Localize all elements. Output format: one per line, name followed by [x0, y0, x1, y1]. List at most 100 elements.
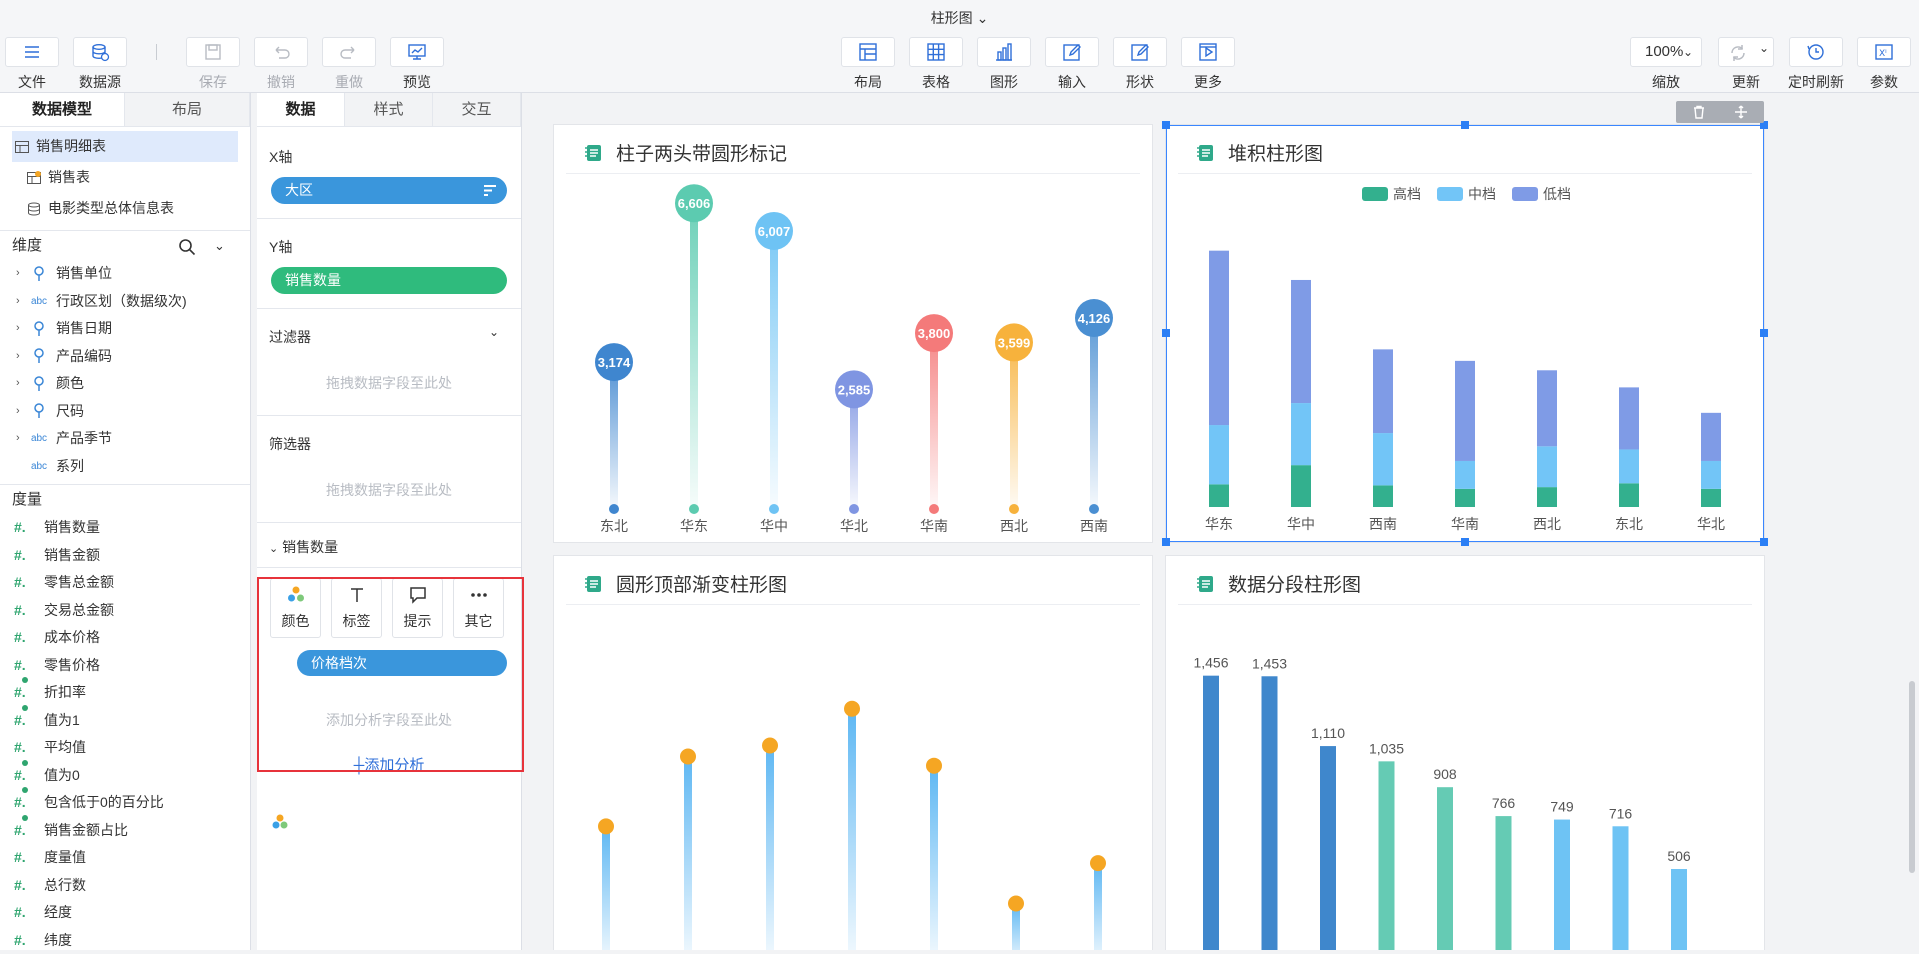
tab-layout[interactable]: 布局	[125, 93, 250, 126]
tab-style[interactable]: 样式	[345, 93, 433, 126]
edit-button[interactable]: 输入	[1044, 37, 1100, 92]
search-icon[interactable]	[178, 238, 196, 256]
dimension-field[interactable]: ›销售日期	[0, 315, 250, 343]
number-type-icon: #.	[14, 817, 36, 845]
chart-card-lollipop[interactable]: 3,174东北6,606华东6,007华中2,585华北3,800华南3,599…	[553, 124, 1153, 543]
button-label: 重做	[321, 72, 377, 92]
measure-field[interactable]: #.交易总金额	[0, 597, 250, 625]
dimension-list: ›销售单位›abc行政区划（数据级次)›销售日期›产品编码›颜色›尺码›abc产…	[0, 260, 250, 480]
tab-data[interactable]: 数据	[257, 93, 345, 126]
param-button[interactable]: Xⁱ参数	[1856, 37, 1912, 92]
dimension-field[interactable]: ›abc行政区划（数据级次)	[0, 288, 250, 316]
database-button[interactable]: 数据源	[72, 37, 128, 92]
filter-drop-zone[interactable]: 拖拽数据字段至此处	[257, 347, 521, 393]
dimension-field[interactable]: ›产品编码	[0, 343, 250, 371]
bar	[1203, 676, 1219, 950]
measure-field[interactable]: #.度量值	[0, 844, 250, 872]
shape-button[interactable]: 形状	[1112, 37, 1168, 92]
chart-title: 柱子两头带圆形标记	[616, 139, 787, 166]
measure-field[interactable]: #.经度	[0, 899, 250, 927]
chevron-down-icon[interactable]: ⌄	[214, 231, 225, 261]
measure-field[interactable]: #.销售数量	[0, 514, 250, 542]
y-axis-field-pill[interactable]: 销售数量	[271, 267, 507, 294]
chevron-down-icon[interactable]: ⌄	[489, 325, 499, 339]
chevron-down-icon[interactable]: ⌄	[977, 10, 989, 26]
tab-data-model[interactable]: 数据模型	[0, 93, 125, 126]
chevron-right-icon[interactable]: ›	[16, 315, 28, 343]
zoom-select[interactable]: 100%⌄	[1630, 37, 1702, 67]
table-button[interactable]: 表格	[908, 37, 964, 92]
dimension-field[interactable]: ›销售单位	[0, 260, 250, 288]
measure-field[interactable]: #.销售金额	[0, 542, 250, 570]
tab-interaction[interactable]: 交互	[433, 93, 521, 126]
table-item[interactable]: 电影类型总体信息表	[0, 193, 250, 224]
table-list: 销售明细表 销售表 电影类型总体信息表	[0, 131, 250, 224]
resize-handle[interactable]	[1162, 329, 1170, 337]
button-label: 定时刷新	[1788, 72, 1844, 92]
chevron-right-icon[interactable]: ›	[16, 288, 28, 316]
undo-icon	[270, 41, 292, 63]
measure-field[interactable]: #.平均值	[0, 734, 250, 762]
chevron-right-icon[interactable]: ›	[16, 425, 28, 453]
chart-card-gradient[interactable]: 东北华中西南华东西北华北华南 圆形顶部渐变柱形图	[553, 555, 1153, 950]
resize-handle[interactable]	[1760, 538, 1768, 546]
more-button[interactable]: 更多	[1180, 37, 1236, 92]
measure-field[interactable]: #.零售价格	[0, 652, 250, 680]
chevron-right-icon[interactable]: ›	[16, 370, 28, 398]
selector-drop-zone[interactable]: 拖拽数据字段至此处	[257, 454, 521, 500]
bar-chart-button[interactable]: 图形	[976, 37, 1032, 92]
chart-card-segment[interactable]: 1,456动作片1,453冒险1,110喜剧1,035犯罪908惊悚片766家庭…	[1165, 555, 1765, 950]
button-label: 保存	[185, 72, 241, 92]
redo-button[interactable]: 重做	[321, 37, 377, 92]
save-button[interactable]: 保存	[185, 37, 241, 92]
data-label: 6,606	[678, 196, 711, 211]
dimension-field[interactable]: ›颜色	[0, 370, 250, 398]
layout-button[interactable]: 布局	[840, 37, 896, 92]
dimension-field[interactable]: ›abc产品季节	[0, 425, 250, 453]
trash-icon[interactable]	[1692, 105, 1706, 119]
axis-tick-label: 华中	[760, 518, 788, 534]
measure-field[interactable]: #.值为1	[0, 707, 250, 735]
vertical-scrollbar[interactable]	[1909, 681, 1915, 873]
edit-icon	[1061, 41, 1083, 63]
measure-field[interactable]: #.成本价格	[0, 624, 250, 652]
text-type-icon: abc	[28, 288, 50, 316]
measure-field[interactable]: #.销售金额占比	[0, 817, 250, 845]
measure-field[interactable]: #.折扣率	[0, 679, 250, 707]
menu-button[interactable]: 文件	[4, 37, 60, 92]
table-item[interactable]: 销售表	[0, 162, 250, 193]
chevron-down-icon[interactable]: ⌄	[1759, 41, 1769, 55]
series-section[interactable]: ⌄ 销售数量	[257, 523, 521, 557]
document-title[interactable]: 柱形图 ⌄	[0, 8, 1919, 28]
resize-handle[interactable]	[1162, 121, 1170, 129]
bar	[602, 826, 610, 950]
measure-field[interactable]: #.总行数	[0, 872, 250, 900]
button-label: 形状	[1112, 72, 1168, 92]
resize-handle[interactable]	[1461, 538, 1469, 546]
table-name: 销售表	[48, 162, 90, 193]
sort-icon[interactable]	[483, 184, 497, 197]
table-item[interactable]: 销售明细表	[12, 131, 238, 162]
dimension-field[interactable]: abc系列	[0, 453, 250, 481]
refresh-button[interactable]: ⌄	[1718, 37, 1774, 67]
dimension-field[interactable]: ›尺码	[0, 398, 250, 426]
chevron-right-icon[interactable]: ›	[16, 398, 28, 426]
top-marker	[680, 749, 696, 765]
undo-button[interactable]: 撤销	[253, 37, 309, 92]
measure-field[interactable]: #.零售总金额	[0, 569, 250, 597]
measure-field[interactable]: #.值为0	[0, 762, 250, 790]
measure-list: #.销售数量#.销售金额#.零售总金额#.交易总金额#.成本价格#.零售价格#.…	[0, 514, 250, 954]
resize-handle[interactable]	[1162, 538, 1170, 546]
axis-tick-label: 华南	[920, 518, 948, 534]
field-label: 度量值	[44, 844, 86, 872]
chevron-right-icon[interactable]: ›	[16, 260, 28, 288]
data-label: 1,453	[1252, 655, 1287, 671]
measure-field[interactable]: #.包含低于0的百分比	[0, 789, 250, 817]
move-icon[interactable]	[1734, 105, 1748, 119]
resize-handle[interactable]	[1461, 121, 1469, 129]
x-axis-field-pill[interactable]: 大区	[271, 177, 507, 204]
preview-button[interactable]: 预览	[389, 37, 445, 92]
clock-button[interactable]: 定时刷新	[1788, 37, 1844, 92]
chevron-right-icon[interactable]: ›	[16, 343, 28, 371]
resize-handle[interactable]	[1760, 329, 1768, 337]
